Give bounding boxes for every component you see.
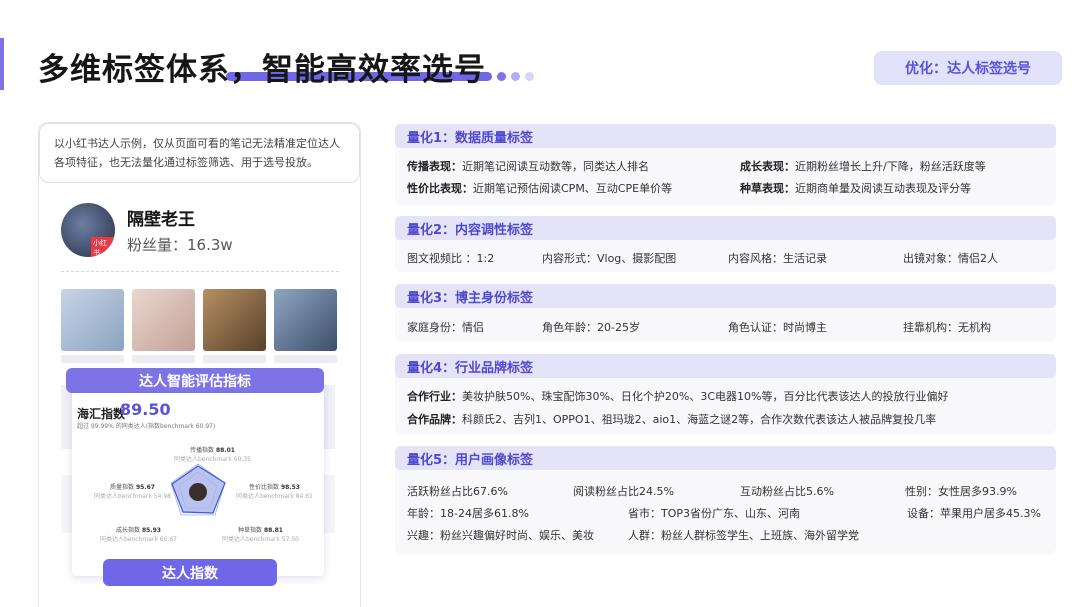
section-identity: 量化3：博主身份标签 家庭身份：情侣 角色年龄：20-25岁 角色认证：时尚博主… <box>395 284 1056 342</box>
avatar: 小红书 <box>61 203 115 257</box>
topic-badge: 优化：达人标签选号 <box>874 51 1062 85</box>
tag-subject: 出镜对象：情侣2人 <box>903 252 998 265</box>
section-title: 量化5：用户画像标签 <box>395 446 1056 470</box>
tag-age-dist: 年龄：18-24居多61.8% <box>407 507 529 520</box>
divider <box>61 271 339 272</box>
influencer-name: 隔壁老王 <box>127 210 195 230</box>
tag-spread: 传播表现：近期笔记阅读互动数等，同类达人排名 <box>407 160 649 173</box>
tag-province: 省市：TOP3省份广东、山东、河南 <box>628 507 801 520</box>
title-dots <box>497 72 534 81</box>
tag-growth: 成长表现：近期粉丝增长上升/下降，粉丝活跃度等 <box>740 160 986 173</box>
tag-active-fans: 活跃粉丝占比67.6% <box>407 485 508 498</box>
tag-interest: 兴趣：粉丝兴趣偏好时尚、娱乐、美妆 <box>407 529 594 542</box>
fans-count: 粉丝量：16.3w <box>127 236 233 254</box>
section-data-quality: 量化1：数据质量标签 传播表现：近期笔记阅读互动数等，同类达人排名 成长表现：近… <box>395 124 1056 206</box>
section-title: 量化4：行业品牌标签 <box>395 354 1056 378</box>
tag-agency: 挂靠机构：无机构 <box>903 321 991 334</box>
metric-seeding: 种草指数 88.81 同类达人benchmark 57.50 <box>222 527 299 543</box>
note-thumbnail[interactable] <box>132 289 195 351</box>
tag-interact-fans: 互动粉丝占比5.6% <box>740 485 834 498</box>
tag-crowd: 人群：粉丝人群标签学生、上班族、海外留学党 <box>628 529 859 542</box>
section-title: 量化2：内容调性标签 <box>395 216 1056 240</box>
eval-card: 海汇指数 89.50 超过 99.99% 的同类达人(指数benchmark 6… <box>72 380 324 576</box>
section-user-persona: 量化5：用户画像标签 活跃粉丝占比67.6% 阅读粉丝占比24.5% 互动粉丝占… <box>395 446 1056 554</box>
index-score: 89.50 <box>120 400 171 419</box>
tag-industry: 合作行业：美妆护肤50%、珠宝配饰30%、日化个护20%、3C电器10%等，百分… <box>407 390 949 403</box>
metric-spread: 传播指数 88.01 同类达人benchmark 60.35 <box>174 447 251 463</box>
tag-read-fans: 阅读粉丝占比24.5% <box>573 485 674 498</box>
intro-text: 以小红书达人示例，仅从页面可看的笔记无法精准定位达人各项特征，也无法量化通过标签… <box>39 123 360 183</box>
tag-cert: 角色认证：时尚博主 <box>728 321 827 334</box>
note-thumbnail[interactable] <box>203 289 266 351</box>
metric-value-ratio: 性价比指数 98.53 同类达人benchmark 84.61 <box>236 484 313 500</box>
note-thumbnail[interactable] <box>61 289 124 351</box>
tag-family: 家庭身份：情侣 <box>407 321 484 334</box>
note-thumbnail[interactable] <box>274 289 337 351</box>
section-title: 量化1：数据质量标签 <box>395 124 1056 148</box>
tag-age: 角色年龄：20-25岁 <box>542 321 640 334</box>
tag-gender: 性别：女性居多93.9% <box>905 485 1017 498</box>
tag-ratio: 图文视频比 ：1:2 <box>407 252 495 265</box>
tag-device: 设备：苹果用户居多45.3% <box>907 507 1041 520</box>
metric-quality: 质量指数 95.67 同类达人benchmark 54.98 <box>94 484 171 500</box>
platform-tag: 小红书 <box>91 237 115 257</box>
section-industry-brand: 量化4：行业品牌标签 合作行业：美妆护肤50%、珠宝配饰30%、日化个护20%、… <box>395 354 1056 434</box>
note-captions <box>61 355 337 363</box>
accent-bar <box>0 38 4 90</box>
note-thumbnails <box>61 289 337 351</box>
index-subtext: 超过 99.99% 的同类达人(指数benchmark 60.97) <box>77 423 216 430</box>
metric-growth: 成长指数 85.93 同类达人benchmark 60.67 <box>100 527 177 543</box>
expert-index-button[interactable]: 达人指数 <box>103 559 277 586</box>
tag-style: 内容风格：生活记录 <box>728 252 827 265</box>
index-label: 海汇指数 <box>77 407 126 421</box>
tag-seeding: 种草表现：近期商单量及阅读互动表现及评分等 <box>740 182 971 195</box>
page-title: 多维标签体系，智能高效率选号 <box>38 52 486 88</box>
tag-format: 内容形式：Vlog、摄影配图 <box>542 252 677 265</box>
section-content-tone: 量化2：内容调性标签 图文视频比 ：1:2 内容形式：Vlog、摄影配图 内容风… <box>395 216 1056 272</box>
tag-brand: 合作品牌：科颜氏2、吉列1、OPPO1、祖玛珑2、aio1、海蓝之谜2等，合作次… <box>407 413 937 426</box>
eval-header: 达人智能评估指标 <box>66 368 324 393</box>
tag-value-ratio: 性价比表现：近期笔记预估阅读CPM、互动CPE单价等 <box>407 182 673 195</box>
section-title: 量化3：博主身份标签 <box>395 284 1056 308</box>
